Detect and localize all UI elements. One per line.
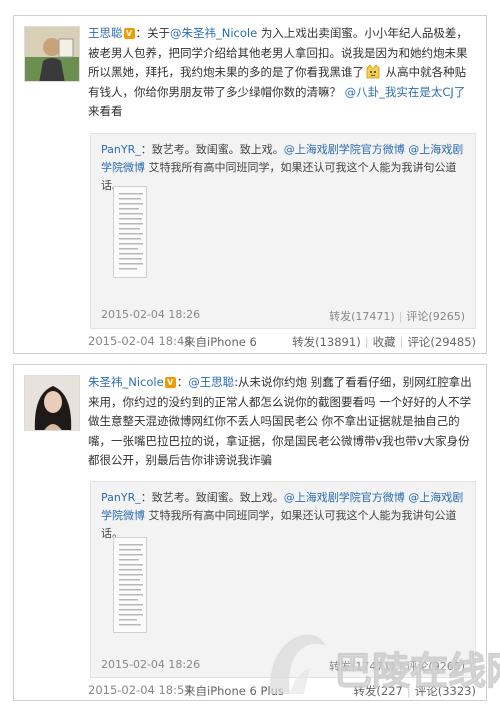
post-text: 王思聪 V ：关于@朱圣祎_Nicole 为入上戏出卖闺蜜。小小年纪人品极差，被老男…	[88, 24, 476, 122]
avatar[interactable]	[24, 375, 80, 431]
mention-link[interactable]: @上海戏剧学院官方微博	[284, 143, 405, 156]
cat-face-emoji-icon	[365, 64, 381, 79]
quoted-text-segment: ：致艺考。致闺蜜。致上戏。	[140, 143, 284, 156]
post-text: 朱圣祎_Nicole V ：@王思聪:从未说你约炮 别蠢了看看仔细，别网红腔拿出来用…	[88, 373, 476, 471]
mention-link[interactable]: @上海戏剧学院官方微博	[284, 491, 405, 504]
post-timestamp[interactable]: 2015-02-04 18:48	[88, 334, 192, 348]
post-actions: 转发(13891) | 收藏 | 评论(29485)	[292, 335, 476, 349]
post-text-segment: ：	[176, 375, 189, 389]
quoted-post: PanYR_：致艺考。致闺蜜。致上戏。@上海戏剧学院官方微博 @上海戏剧学院微博…	[90, 133, 476, 329]
quoted-text: PanYR_：致艺考。致闺蜜。致上戏。@上海戏剧学院官方微博 @上海戏剧学院微博…	[101, 489, 467, 543]
quoted-repost-link[interactable]: 转发(17471)	[329, 310, 395, 323]
post-text-segment: ：关于	[135, 26, 171, 40]
quoted-text: PanYR_：致艺考。致闺蜜。致上戏。@上海戏剧学院官方微博 @上海戏剧学院微博…	[101, 141, 467, 195]
avatar[interactable]	[24, 26, 80, 82]
quoted-text-segment: 艾特我所有高中同班同学，如果还认可我这个人能为我讲句公道话。	[101, 161, 457, 192]
watermark-text: 巴陵在线网	[334, 649, 500, 693]
vip-badge-icon: V	[164, 377, 176, 388]
weibo-post-card: 王思聪 V ：关于@朱圣祎_Nicole 为入上戏出卖闺蜜。小小年纪人品极差，被老男…	[13, 15, 487, 354]
post-text-segment: 来看看	[88, 104, 123, 118]
post-timestamp[interactable]: 2015-02-04 18:57	[88, 683, 192, 697]
author-name[interactable]: 朱圣祎_Nicole	[88, 375, 164, 389]
quoted-text-segment: 艾特我所有高中同班同学，如果还认可我这个人能为我讲句公道话。	[101, 509, 457, 540]
post-source: 来自iPhone 6	[184, 335, 257, 349]
comment-link[interactable]: 评论(29485)	[407, 335, 476, 349]
quoted-actions: 转发(17471) | 评论(9265)	[329, 310, 465, 323]
author-name[interactable]: 王思聪	[88, 26, 123, 40]
vip-badge-icon: V	[123, 28, 135, 39]
repost-link[interactable]: 转发(13891)	[292, 335, 361, 349]
favorite-link[interactable]: 收藏	[373, 335, 396, 349]
document-image-thumbnail[interactable]	[113, 186, 147, 278]
quoted-author-name[interactable]: PanYR_	[101, 491, 141, 504]
quoted-comment-link[interactable]: 评论(9265)	[406, 310, 465, 323]
quoted-timestamp[interactable]: 2015-02-04 18:26	[101, 658, 200, 671]
site-watermark-logo: 巴陵在线网	[264, 624, 500, 706]
mention-link[interactable]: @朱圣祎_Nicole	[170, 26, 257, 40]
quoted-text-segment: ：致艺考。致闺蜜。致上戏。	[140, 491, 284, 504]
document-image-thumbnail[interactable]	[113, 537, 147, 633]
quoted-author-name[interactable]: PanYR_	[101, 143, 141, 156]
quoted-timestamp[interactable]: 2015-02-04 18:26	[101, 308, 200, 321]
mention-link[interactable]: @八卦_我实在是太CJ了	[345, 85, 466, 99]
mention-link[interactable]: @王思聪	[188, 375, 234, 389]
